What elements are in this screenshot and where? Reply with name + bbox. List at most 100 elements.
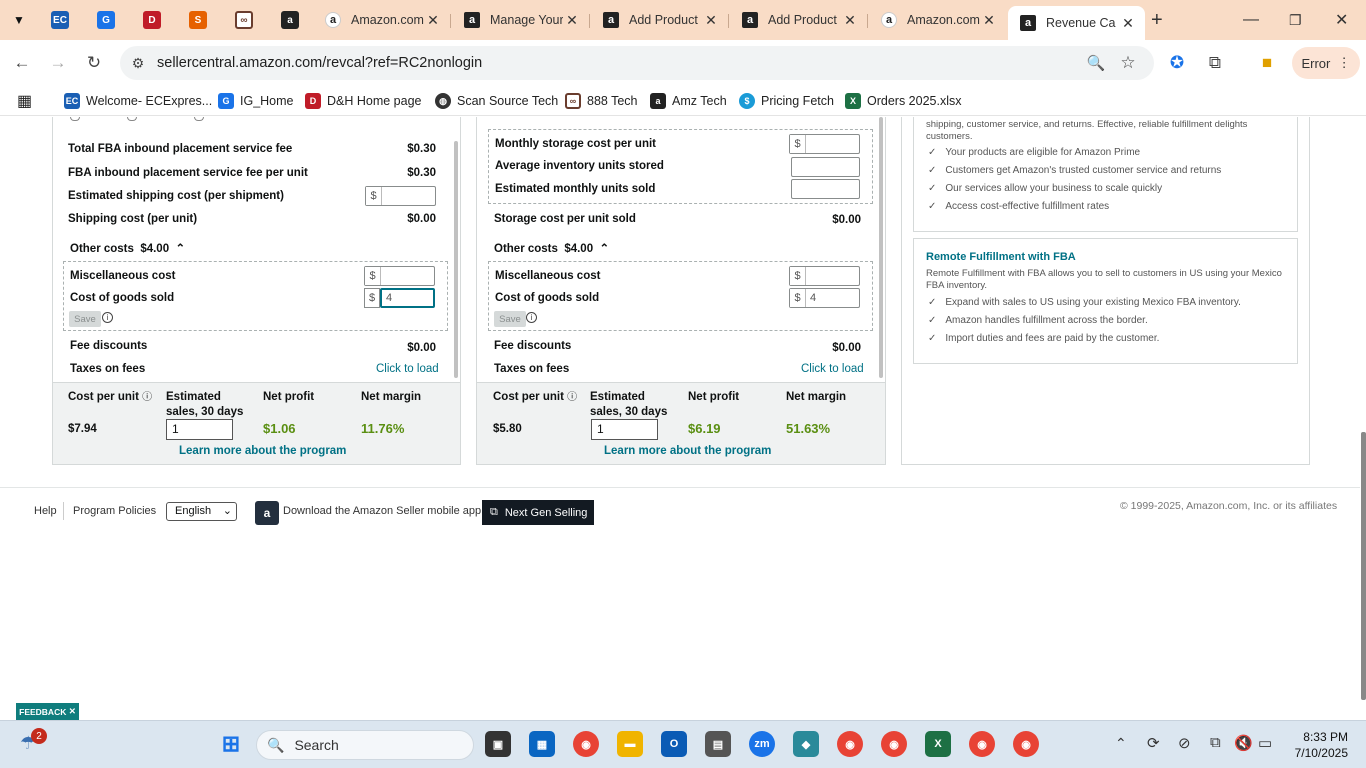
taxes-click-to-load-link[interactable]: Click to load — [801, 363, 864, 375]
chevron-up-icon: ⌃ — [175, 243, 186, 255]
chrome-profile-icon[interactable]: ◉ — [969, 731, 995, 757]
excel-icon[interactable]: X — [925, 731, 951, 757]
avg-inventory-input[interactable] — [791, 157, 860, 177]
chevron-up-icon[interactable]: ⌃ — [1115, 735, 1127, 752]
task-view-icon[interactable]: ▣ — [485, 731, 511, 757]
system-clock[interactable]: 8:33 PM 7/10/2025 — [1290, 729, 1348, 761]
misc-cost-input[interactable]: $ — [789, 266, 860, 286]
est-monthly-units-input[interactable] — [791, 179, 860, 199]
remote-fulfillment-title[interactable]: Remote Fulfillment with FBA — [926, 251, 1076, 263]
bookmark-dh[interactable]: D D&H Home page — [305, 92, 422, 110]
learn-more-link[interactable]: Learn more about the program — [179, 445, 346, 457]
panel-scrollbar[interactable] — [454, 141, 458, 378]
app-diamond-icon[interactable]: ◆ — [793, 731, 819, 757]
cogs-input[interactable]: $4 — [364, 288, 435, 308]
cogs-input[interactable]: $4 — [789, 288, 860, 308]
close-icon[interactable]: ✕ — [424, 12, 442, 29]
tab-3[interactable]: a Add Product ✕ — [730, 6, 867, 34]
est-shipping-cost-input[interactable]: $ — [365, 186, 436, 206]
tab-search-button[interactable]: ▼ — [4, 6, 34, 34]
info-icon[interactable]: i — [526, 312, 537, 323]
save-button[interactable]: Save — [69, 311, 101, 327]
bookmark-ig[interactable]: G IG_Home — [218, 92, 294, 110]
external-link-icon: ⧉ — [490, 506, 498, 518]
info-icon[interactable]: i — [102, 312, 113, 323]
net-margin-value: 51.63% — [786, 421, 831, 436]
restore-icon[interactable]: ❐ — [1289, 6, 1302, 34]
forward-arrow-icon[interactable]: → — [47, 52, 69, 74]
back-arrow-icon[interactable]: ← — [11, 52, 33, 74]
chrome-profile-icon[interactable]: ◉ — [1013, 731, 1039, 757]
est-sales-input[interactable]: 1 — [591, 419, 658, 440]
zoom-icon[interactable]: zm — [749, 731, 775, 757]
feedback-button[interactable]: FEEDBACK ✕ — [16, 703, 79, 720]
sync-icon[interactable]: ⟳ — [1147, 734, 1160, 752]
tab-4[interactable]: a Amazon.com ✕ — [869, 6, 1006, 34]
bookmark-888[interactable]: ∞ 888 Tech — [565, 92, 638, 110]
tab-5-active[interactable]: a Revenue Ca ✕ — [1008, 6, 1145, 40]
volume-mute-icon[interactable]: 🔇 — [1234, 734, 1253, 752]
chrome-active-icon[interactable]: ◉ — [881, 731, 907, 757]
url-text[interactable]: sellercentral.amazon.com/revcal?ref=RC2n… — [157, 55, 482, 71]
close-icon[interactable]: ✕ — [841, 12, 859, 29]
profile-error-button[interactable]: Error ⋮ — [1292, 47, 1360, 79]
seller-app-icon[interactable]: a — [255, 501, 279, 525]
bookmark-star-icon[interactable]: ☆ — [1117, 52, 1139, 74]
file-explorer-icon[interactable]: ▬ — [617, 731, 643, 757]
pinned-tab-ec[interactable]: EC — [45, 6, 75, 34]
calculator-icon[interactable]: ▤ — [705, 731, 731, 757]
bookmark-scansource[interactable]: ◍ Scan Source Tech — [435, 92, 558, 110]
panel-scrollbar[interactable] — [879, 117, 883, 378]
seller-app-link[interactable]: Download the Amazon Seller mobile app — [283, 505, 481, 517]
program-policies-link[interactable]: Program Policies — [73, 505, 156, 517]
monthly-storage-cost-input[interactable]: $ — [789, 134, 860, 154]
next-gen-selling-button[interactable]: ⧉ Next Gen Selling — [482, 500, 594, 525]
taskbar-search[interactable]: 🔍 Search — [256, 730, 474, 760]
window-close-icon[interactable]: ✕ — [1335, 6, 1348, 34]
bookmark-pricing[interactable]: $ Pricing Fetch — [739, 92, 834, 110]
bookmark-amz[interactable]: a Amz Tech — [650, 92, 727, 110]
pinned-tab-ig[interactable]: G — [91, 6, 121, 34]
learn-more-link[interactable]: Learn more about the program — [604, 445, 771, 457]
close-icon[interactable]: ✕ — [1119, 15, 1137, 32]
page-scrollbar[interactable] — [1361, 432, 1366, 700]
tab-0[interactable]: a Amazon.com ✕ — [313, 6, 450, 34]
pinned-tab-dh[interactable]: D — [137, 6, 167, 34]
other-costs-toggle[interactable]: Other costs $4.00 ⌃ — [70, 241, 185, 255]
chrome-icon[interactable]: ◉ — [573, 731, 599, 757]
bookmark-orders[interactable]: X Orders 2025.xlsx — [845, 92, 961, 110]
close-icon[interactable]: ✕ — [563, 12, 581, 29]
net-margin-header: Net margin — [361, 391, 422, 403]
help-link[interactable]: Help — [34, 505, 57, 517]
profile-avatar-icon[interactable]: ■ — [1256, 52, 1278, 74]
language-select[interactable]: English ⌄ — [166, 502, 237, 521]
display-icon[interactable]: ⧉ — [1210, 734, 1221, 751]
minimize-icon[interactable]: — — [1243, 6, 1259, 34]
tab-1[interactable]: a Manage Your ✕ — [452, 6, 589, 34]
other-costs-toggle[interactable]: Other costs $4.00 ⌃ — [494, 241, 609, 255]
tab-2[interactable]: a Add Product ✕ — [591, 6, 728, 34]
pinned-tab-amazon[interactable]: a — [275, 6, 305, 34]
windows-start-icon[interactable]: ⊞ — [218, 731, 244, 757]
pinned-tab-s[interactable]: S — [183, 6, 213, 34]
new-tab-plus-icon[interactable]: + — [1151, 6, 1163, 34]
est-sales-input[interactable]: 1 — [166, 419, 233, 440]
save-button[interactable]: Save — [494, 311, 526, 327]
taxes-click-to-load-link[interactable]: Click to load — [376, 363, 439, 375]
store-icon[interactable]: ▦ — [529, 731, 555, 757]
network-icon[interactable]: ⊘ — [1178, 734, 1191, 752]
zoom-search-icon[interactable]: 🔍 — [1085, 52, 1107, 74]
close-icon[interactable]: ✕ — [702, 12, 720, 29]
bookmark-ec[interactable]: EC Welcome- ECExpres... — [64, 92, 212, 110]
misc-cost-input[interactable]: $ — [364, 266, 435, 286]
extensions-puzzle-icon[interactable]: ⧉ — [1204, 52, 1226, 74]
outlook-icon[interactable]: O — [661, 731, 687, 757]
battery-icon[interactable]: ▭ — [1258, 734, 1272, 752]
apps-grid-icon[interactable]: ▦ — [17, 92, 32, 110]
reload-icon[interactable]: ↻ — [83, 52, 105, 74]
pinned-tab-888[interactable]: ∞ — [229, 6, 259, 34]
close-icon[interactable]: ✕ — [980, 12, 998, 29]
chrome-profile-icon[interactable]: ◉ — [837, 731, 863, 757]
site-settings-icon[interactable]: ⚙ — [127, 52, 149, 74]
extension-icon[interactable]: ✪ — [1166, 52, 1188, 74]
